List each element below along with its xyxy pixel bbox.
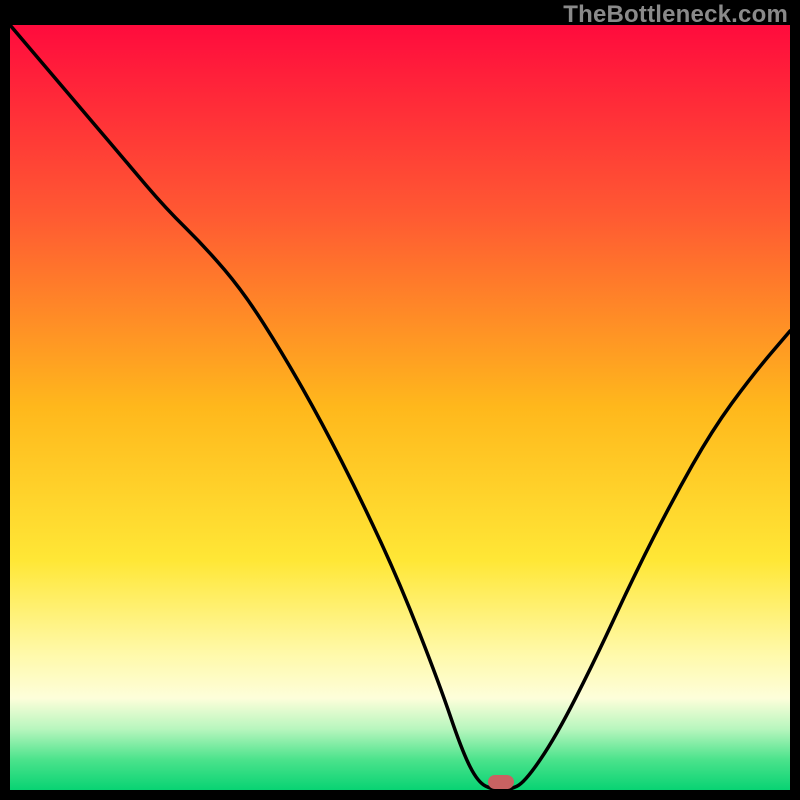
optimal-marker <box>488 775 514 789</box>
chart-frame <box>10 25 790 790</box>
chart-svg <box>10 25 790 790</box>
gradient-background <box>10 25 790 790</box>
